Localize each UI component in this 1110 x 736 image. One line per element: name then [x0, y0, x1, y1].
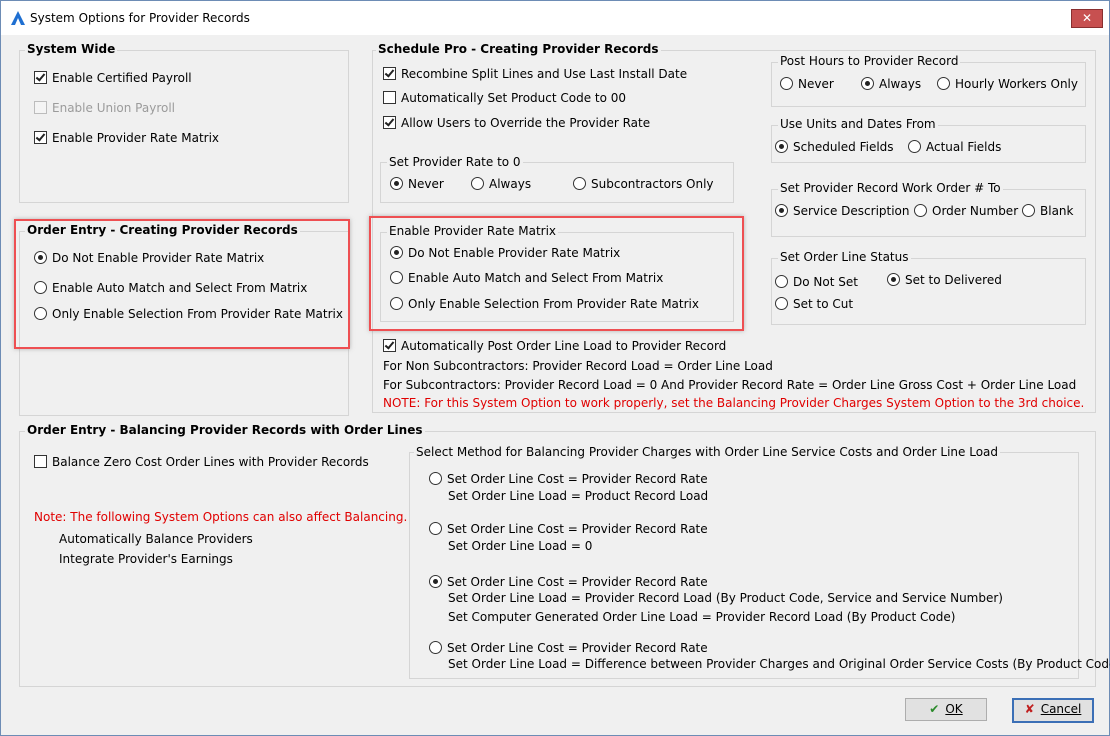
- auto-set-product-code-checkbox[interactable]: Automatically Set Product Code to 00: [383, 91, 626, 105]
- post-hours-always-radio[interactable]: Always: [861, 77, 921, 91]
- highlight-box-order-entry: [14, 219, 350, 349]
- radio-icon: [887, 273, 900, 286]
- related-option-auto-balance: Automatically Balance Providers: [59, 532, 253, 546]
- work-order-order-number-radio[interactable]: Order Number: [914, 204, 1018, 218]
- highlight-box-matrix: [369, 216, 744, 331]
- method-option-3-radio[interactable]: Set Order Line Cost = Provider Record Ra…: [429, 575, 708, 589]
- window-title: System Options for Provider Records: [30, 11, 250, 25]
- schedule-pro-note: NOTE: For this System Option to work pro…: [383, 396, 1085, 410]
- checkbox-icon: [383, 339, 396, 352]
- use-units-title: Use Units and Dates From: [778, 117, 938, 131]
- close-icon[interactable]: ✕: [1071, 9, 1103, 28]
- method-option-2-radio[interactable]: Set Order Line Cost = Provider Record Ra…: [429, 522, 708, 536]
- radio-icon: [775, 275, 788, 288]
- app-logo-icon: [11, 11, 25, 25]
- dialog-body: System Wide Enable Certified Payroll Ena…: [8, 35, 1110, 728]
- radio-icon: [775, 204, 788, 217]
- order-line-status-group: [771, 258, 1086, 325]
- work-order-service-desc-radio[interactable]: Service Description: [775, 204, 910, 218]
- status-set-delivered-radio[interactable]: Set to Delivered: [887, 273, 1002, 287]
- post-hours-title: Post Hours to Provider Record: [778, 54, 961, 68]
- method-option-1-radio[interactable]: Set Order Line Cost = Provider Record Ra…: [429, 472, 708, 486]
- method-option-3-detail-2: Set Computer Generated Order Line Load =…: [448, 610, 956, 624]
- work-order-title: Set Provider Record Work Order # To: [778, 181, 1003, 195]
- method-title: Select Method for Balancing Provider Cha…: [414, 445, 1000, 459]
- post-hours-never-radio[interactable]: Never: [780, 77, 834, 91]
- radio-icon: [390, 177, 403, 190]
- radio-icon: [780, 77, 793, 90]
- status-set-cut-radio[interactable]: Set to Cut: [775, 297, 853, 311]
- balancing-note: Note: The following System Options can a…: [34, 510, 408, 524]
- info-subcontractors: For Subcontractors: Provider Record Load…: [383, 378, 1077, 392]
- radio-icon: [573, 177, 586, 190]
- status-do-not-set-radio[interactable]: Do Not Set: [775, 275, 858, 289]
- radio-icon: [429, 575, 442, 588]
- radio-icon: [429, 641, 442, 654]
- radio-icon: [937, 77, 950, 90]
- auto-post-load-checkbox[interactable]: Automatically Post Order Line Load to Pr…: [383, 339, 726, 353]
- checkbox-icon: [383, 67, 396, 80]
- title-bar: System Options for Provider Records ✕: [1, 1, 1109, 35]
- checkbox-icon: [34, 101, 47, 114]
- radio-icon: [775, 297, 788, 310]
- radio-icon: [908, 140, 921, 153]
- work-order-blank-radio[interactable]: Blank: [1022, 204, 1073, 218]
- checkbox-icon: [383, 91, 396, 104]
- method-option-1-detail: Set Order Line Load = Product Record Loa…: [448, 489, 709, 503]
- method-option-2-detail: Set Order Line Load = 0: [448, 539, 593, 553]
- info-non-subcontractors: For Non Subcontractors: Provider Record …: [383, 359, 773, 373]
- checkbox-icon: [34, 455, 47, 468]
- method-option-3-detail-1: Set Order Line Load = Provider Record Lo…: [448, 591, 1003, 605]
- recombine-split-lines-checkbox[interactable]: Recombine Split Lines and Use Last Insta…: [383, 67, 687, 81]
- set-rate-subcontractors-radio[interactable]: Subcontractors Only: [573, 177, 714, 191]
- radio-icon: [471, 177, 484, 190]
- cancel-button[interactable]: ✘ Cancel: [1012, 698, 1094, 723]
- set-rate-never-radio[interactable]: Never: [390, 177, 444, 191]
- checkbox-icon: [383, 116, 396, 129]
- checkbox-icon: [34, 71, 47, 84]
- checkbox-icon: [34, 131, 47, 144]
- schedule-pro-title: Schedule Pro - Creating Provider Records: [376, 42, 661, 56]
- use-units-actual-radio[interactable]: Actual Fields: [908, 140, 1001, 154]
- dialog-window: System Options for Provider Records ✕ Sy…: [0, 0, 1110, 736]
- radio-icon: [775, 140, 788, 153]
- use-units-scheduled-radio[interactable]: Scheduled Fields: [775, 140, 894, 154]
- related-option-integrate-earnings: Integrate Provider's Earnings: [59, 552, 233, 566]
- system-wide-title: System Wide: [25, 42, 118, 56]
- radio-icon: [429, 522, 442, 535]
- radio-icon: [861, 77, 874, 90]
- allow-override-rate-checkbox[interactable]: Allow Users to Override the Provider Rat…: [383, 116, 650, 130]
- ok-button[interactable]: ✔ OK: [905, 698, 987, 721]
- order-line-status-title: Set Order Line Status: [778, 250, 911, 264]
- radio-icon: [429, 472, 442, 485]
- checkmark-icon: ✔: [929, 702, 940, 716]
- balancing-title: Order Entry - Balancing Provider Records…: [25, 423, 425, 437]
- method-option-4-radio[interactable]: Set Order Line Cost = Provider Record Ra…: [429, 641, 708, 655]
- radio-icon: [1022, 204, 1035, 217]
- enable-provider-rate-matrix-checkbox[interactable]: Enable Provider Rate Matrix: [34, 131, 219, 145]
- post-hours-hourly-radio[interactable]: Hourly Workers Only: [937, 77, 1078, 91]
- set-rate-title: Set Provider Rate to 0: [387, 155, 523, 169]
- enable-union-payroll-checkbox[interactable]: Enable Union Payroll: [34, 101, 175, 115]
- method-option-4-detail: Set Order Line Load = Difference between…: [448, 657, 1110, 671]
- radio-icon: [914, 204, 927, 217]
- balance-zero-cost-checkbox[interactable]: Balance Zero Cost Order Lines with Provi…: [34, 455, 369, 469]
- set-rate-always-radio[interactable]: Always: [471, 177, 531, 191]
- x-icon: ✘: [1024, 702, 1035, 716]
- enable-certified-payroll-checkbox[interactable]: Enable Certified Payroll: [34, 71, 192, 85]
